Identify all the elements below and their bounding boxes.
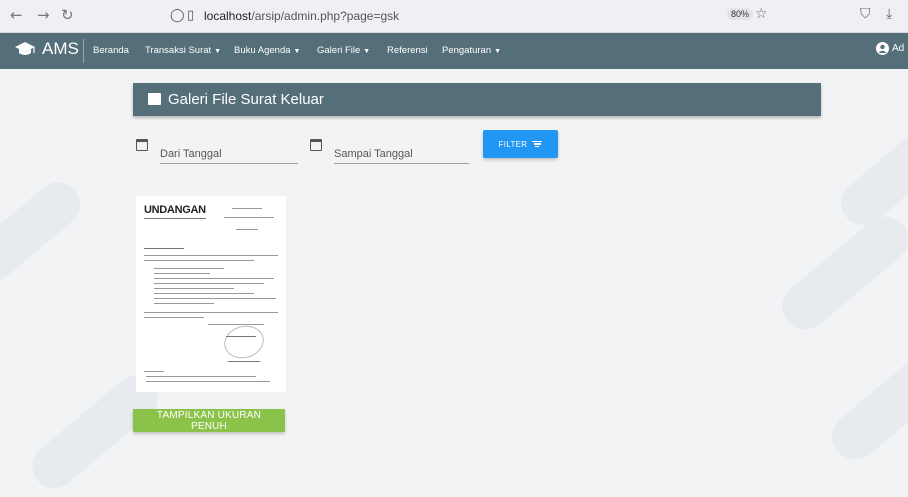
brand[interactable]: AMS — [14, 39, 79, 59]
document-text-line — [144, 218, 206, 220]
document-text-line — [154, 293, 254, 295]
nav-label: Buku Agenda — [234, 45, 291, 56]
address-bar[interactable]: ◯ ▯ localhost/arsip/admin.php?page=gsk — [160, 5, 760, 27]
shield-icon[interactable]: ◯ — [170, 8, 185, 23]
nav-label: Referensi — [387, 45, 428, 56]
download-icon[interactable]: ⤓ — [886, 6, 892, 22]
reload-icon[interactable]: ↻ — [61, 6, 74, 24]
document-text-line — [154, 298, 276, 300]
document-heading: UNDANGAN — [144, 204, 206, 216]
caret-down-icon: ▼ — [293, 48, 301, 55]
page-header: Galeri File Surat Keluar — [133, 83, 821, 116]
page-title: Galeri File Surat Keluar — [168, 91, 324, 108]
brand-name: AMS — [42, 39, 79, 58]
zoom-badge[interactable]: 80% — [727, 8, 754, 20]
url-path: /arsip/admin.php?page=gsk — [251, 9, 400, 23]
show-full-size-button[interactable]: TAMPILKAN UKURAN PENUH — [133, 409, 285, 432]
nav-label: Transaksi Surat — [145, 45, 212, 56]
document-text-line — [154, 303, 214, 305]
document-text-line — [154, 278, 274, 280]
bookmark-star-icon[interactable]: ☆ — [755, 6, 768, 22]
filter-list-icon — [532, 139, 543, 149]
background-shape — [772, 207, 908, 339]
nav-label: Pengaturan — [442, 45, 492, 56]
document-text-line — [228, 361, 260, 363]
from-date-field — [136, 139, 301, 165]
page-icon[interactable]: ▯ — [187, 8, 194, 23]
user-account-icon — [876, 42, 889, 55]
pocket-icon[interactable]: ⛉ — [860, 6, 871, 22]
nav-pengaturan[interactable]: Pengaturan ▼ — [442, 45, 501, 56]
user-label: Ad — [892, 43, 905, 54]
document-text-line — [144, 371, 164, 373]
url-text[interactable]: localhost/arsip/admin.php?page=gsk — [204, 9, 399, 23]
document-text-line — [144, 248, 184, 250]
back-icon[interactable]: ← — [10, 6, 23, 24]
filter-button[interactable]: FILTER — [483, 130, 558, 158]
document-text-line — [144, 317, 204, 319]
from-date-input[interactable] — [160, 145, 298, 164]
to-date-input[interactable] — [334, 145, 469, 164]
caret-down-icon: ▼ — [363, 48, 371, 55]
to-date-field — [310, 139, 475, 165]
document-text-line — [236, 229, 258, 231]
stamp-mark — [220, 321, 268, 363]
document-text-line — [232, 208, 262, 210]
brand-divider — [83, 39, 84, 63]
document-text-line — [154, 283, 264, 285]
forward-icon[interactable]: → — [37, 6, 50, 24]
document-text-line — [226, 336, 256, 338]
caret-down-icon: ▼ — [214, 48, 222, 55]
caret-down-icon: ▼ — [494, 48, 502, 55]
document-text-line — [154, 288, 234, 290]
document-text-line — [208, 324, 264, 326]
nav-referensi[interactable]: Referensi — [387, 45, 428, 56]
nav-transaksi-surat[interactable]: Transaksi Surat ▼ — [145, 45, 221, 56]
document-text-line — [146, 381, 270, 383]
document-thumbnail[interactable]: UNDANGAN — [136, 196, 286, 392]
app-navbar: AMS Beranda Transaksi Surat ▼ Buku Agenda… — [0, 33, 908, 69]
document-text-line — [224, 217, 274, 219]
calendar-icon — [136, 139, 148, 151]
background-shape — [822, 337, 908, 469]
document-text-line — [144, 312, 278, 314]
browser-toolbar: ← → ↻ ◯ ▯ localhost/arsip/admin.php?page… — [0, 0, 908, 33]
nav-label: Galeri File — [317, 45, 361, 56]
document-text-line — [146, 376, 256, 378]
nav-galeri-file[interactable]: Galeri File ▼ — [317, 45, 370, 56]
filter-label: FILTER — [498, 139, 528, 149]
calendar-icon — [310, 139, 322, 151]
user-menu[interactable]: Ad — [876, 42, 904, 55]
document-text-line — [144, 255, 278, 257]
nav-label: Beranda — [93, 45, 129, 56]
image-icon — [148, 93, 161, 105]
background-shape — [0, 173, 89, 291]
document-text-line — [154, 273, 210, 275]
nav-buku-agenda[interactable]: Buku Agenda ▼ — [234, 45, 300, 56]
background-shape — [832, 110, 908, 234]
document-text-line — [144, 260, 254, 262]
graduation-cap-icon — [15, 42, 35, 55]
url-host: localhost — [204, 9, 252, 23]
nav-beranda[interactable]: Beranda — [93, 45, 129, 56]
document-text-line — [154, 268, 224, 270]
